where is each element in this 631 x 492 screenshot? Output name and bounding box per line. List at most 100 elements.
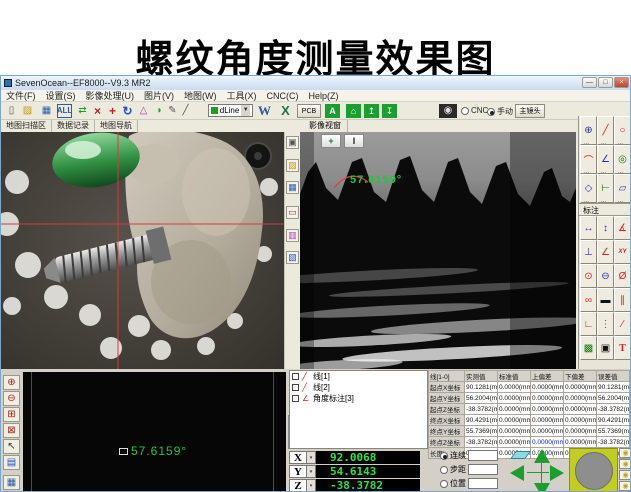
open-image-icon[interactable]: ▨ <box>286 159 299 172</box>
rectangle-measure-icon[interactable]: ▬ <box>597 288 614 312</box>
grid-magenta-icon[interactable]: ▥ <box>286 229 299 242</box>
xy-coordinate-icon[interactable]: XY <box>614 240 631 264</box>
point-chain-icon[interactable]: ⋮ <box>597 312 614 336</box>
x-axis-spinner[interactable]: ▾ <box>307 451 316 464</box>
menu-map[interactable]: 地图(W) <box>184 89 217 102</box>
menu-help[interactable]: Help(Z) <box>309 91 339 101</box>
jog-knob[interactable] <box>575 452 613 490</box>
y-axis-spinner[interactable]: ▾ <box>307 465 316 478</box>
excel-export-icon[interactable]: X <box>278 104 293 118</box>
step-input[interactable] <box>468 464 498 475</box>
light-preset-icon[interactable]: ◉ <box>619 459 631 469</box>
cnc-radio-dot[interactable] <box>461 107 469 115</box>
jog-up-arrow[interactable] <box>534 449 550 463</box>
step-radio-dot[interactable] <box>440 466 448 474</box>
blob-detect-icon[interactable]: ◑ <box>151 104 166 118</box>
camera-icon[interactable]: ◉ <box>439 104 457 118</box>
light-preset-icon[interactable]: ◉ <box>619 481 631 491</box>
manual-radio[interactable]: 手动 <box>487 106 513 117</box>
tree-item-line1[interactable]: ╱ 线[1] <box>290 371 427 382</box>
tree-item-angle[interactable]: ∠ 角度标注[3] <box>290 393 427 404</box>
crosshair-button[interactable]: + <box>321 134 341 148</box>
circle-center-icon[interactable]: ⊙ <box>580 264 597 288</box>
axis-origin-icon[interactable]: ⊢ <box>597 174 614 203</box>
window-titlebar[interactable]: SevenOcean--EF8000--V9.3 MR2 <box>1 76 630 90</box>
position-input[interactable] <box>468 478 498 489</box>
jog-pad-button[interactable] <box>569 448 618 492</box>
angle-tool-icon[interactable]: ∠ <box>597 145 614 174</box>
tab-map-navigation[interactable]: 地图导航 <box>95 120 138 132</box>
slash-icon[interactable]: ╱ <box>178 104 193 118</box>
light-preset-icon[interactable]: ◉ <box>619 470 631 480</box>
manual-radio-dot[interactable] <box>487 108 495 116</box>
zoom-in-icon[interactable]: ⊕ <box>3 375 20 390</box>
position-radio-dot[interactable] <box>440 480 448 488</box>
menu-cnc[interactable]: CNC(C) <box>267 91 299 101</box>
angle-measure-icon[interactable]: ∠ <box>597 240 614 264</box>
tab-data-record[interactable]: 数据记录 <box>52 120 95 132</box>
jog-right-arrow[interactable] <box>550 465 564 481</box>
main-lens-button[interactable]: 主镜头 <box>515 104 545 118</box>
map-camera-view[interactable] <box>1 132 284 369</box>
arc-tool-icon[interactable]: ⌒ <box>580 145 597 174</box>
delete-icon[interactable]: × <box>90 104 105 118</box>
parallel-lines-icon[interactable]: ∥ <box>614 288 631 312</box>
save-image-icon[interactable]: ▦ <box>286 181 299 194</box>
zoom-window-icon[interactable]: ⊞ <box>3 407 20 422</box>
pcb-button[interactable]: PCB <box>297 104 321 118</box>
thread-camera-view[interactable]: 57.6159° <box>300 132 576 369</box>
z-axis-button[interactable]: Z <box>289 479 307 492</box>
continuous-input[interactable] <box>468 450 498 461</box>
menu-file[interactable]: 文件(F) <box>6 89 36 102</box>
rotate-icon[interactable]: ↻ <box>120 104 135 118</box>
zoom-out-icon[interactable]: ⊖ <box>3 391 20 406</box>
menu-picture[interactable]: 图片(V) <box>144 89 174 102</box>
step-radio[interactable]: 步距 <box>440 464 498 475</box>
z-axis-spinner[interactable]: ▾ <box>307 479 316 492</box>
menu-image-processing[interactable]: 影像处理(U) <box>86 89 135 102</box>
x-axis-button[interactable]: X <box>289 451 307 464</box>
maximize-icon[interactable]: □ <box>598 77 613 88</box>
green-tool-2-icon[interactable]: ↥ <box>364 104 379 118</box>
continuous-radio-dot[interactable] <box>440 452 448 460</box>
jog-left-arrow[interactable] <box>510 465 524 481</box>
tab-map-scan-area[interactable]: 地图扫描区 <box>1 120 52 132</box>
continuous-radio[interactable]: 连续 <box>440 450 498 461</box>
circle-width-icon[interactable]: ⊖ <box>597 264 614 288</box>
light-preset-icon[interactable]: ◉ <box>619 448 631 458</box>
tree-checkbox-3[interactable] <box>292 395 299 402</box>
parallelogram-icon[interactable]: ▱ <box>614 174 631 203</box>
double-circle-icon[interactable]: ∞ <box>580 288 597 312</box>
measurement-graphics-panel[interactable]: 57.6159° <box>23 372 286 492</box>
tab-annotation[interactable]: 标注 <box>579 203 631 216</box>
ibeam-button[interactable]: I <box>344 134 364 148</box>
cnc-radio[interactable]: CNC <box>461 106 488 115</box>
chevron-down-icon[interactable]: ▼ <box>241 105 250 116</box>
diamond-points-icon[interactable]: ◇ <box>580 174 597 203</box>
menu-settings[interactable]: 设置(S) <box>46 89 76 102</box>
save-icon[interactable]: ▦ <box>39 104 54 118</box>
close-icon[interactable]: × <box>614 77 629 88</box>
tab-image-window[interactable]: 影像视窗 <box>303 120 348 132</box>
roi-box-icon[interactable]: ▭ <box>286 206 299 219</box>
width-measure-icon[interactable]: ↔ <box>580 216 597 240</box>
word-export-icon[interactable]: W <box>257 104 272 118</box>
y-axis-button[interactable]: Y <box>289 465 307 478</box>
dline-dropdown[interactable]: dLine ▼ <box>208 104 253 117</box>
line-angle-icon[interactable]: ∡ <box>614 216 631 240</box>
tree-checkbox-2[interactable] <box>292 384 299 391</box>
a-tool-icon[interactable]: A <box>325 104 340 118</box>
zoom-fit-icon[interactable]: ⊠ <box>3 423 20 438</box>
jog-down-arrow[interactable] <box>534 483 550 492</box>
matrix-dimension-icon[interactable]: ▩ <box>580 336 597 360</box>
select-arrow-icon[interactable]: ↖ <box>3 439 20 454</box>
height-measure-icon[interactable]: ↕ <box>597 216 614 240</box>
move-stage-icon[interactable]: + <box>105 104 120 118</box>
concentric-circles-icon[interactable]: ◎ <box>614 145 631 174</box>
minimize-icon[interactable]: — <box>582 77 597 88</box>
stage-plane-icon[interactable] <box>510 451 531 459</box>
green-tool-1-icon[interactable]: ⌂ <box>346 104 361 118</box>
perpendicular-icon[interactable]: ⊥ <box>580 240 597 264</box>
grid-blue-icon[interactable]: ▧ <box>286 251 299 264</box>
tree-checkbox-1[interactable] <box>292 373 299 380</box>
